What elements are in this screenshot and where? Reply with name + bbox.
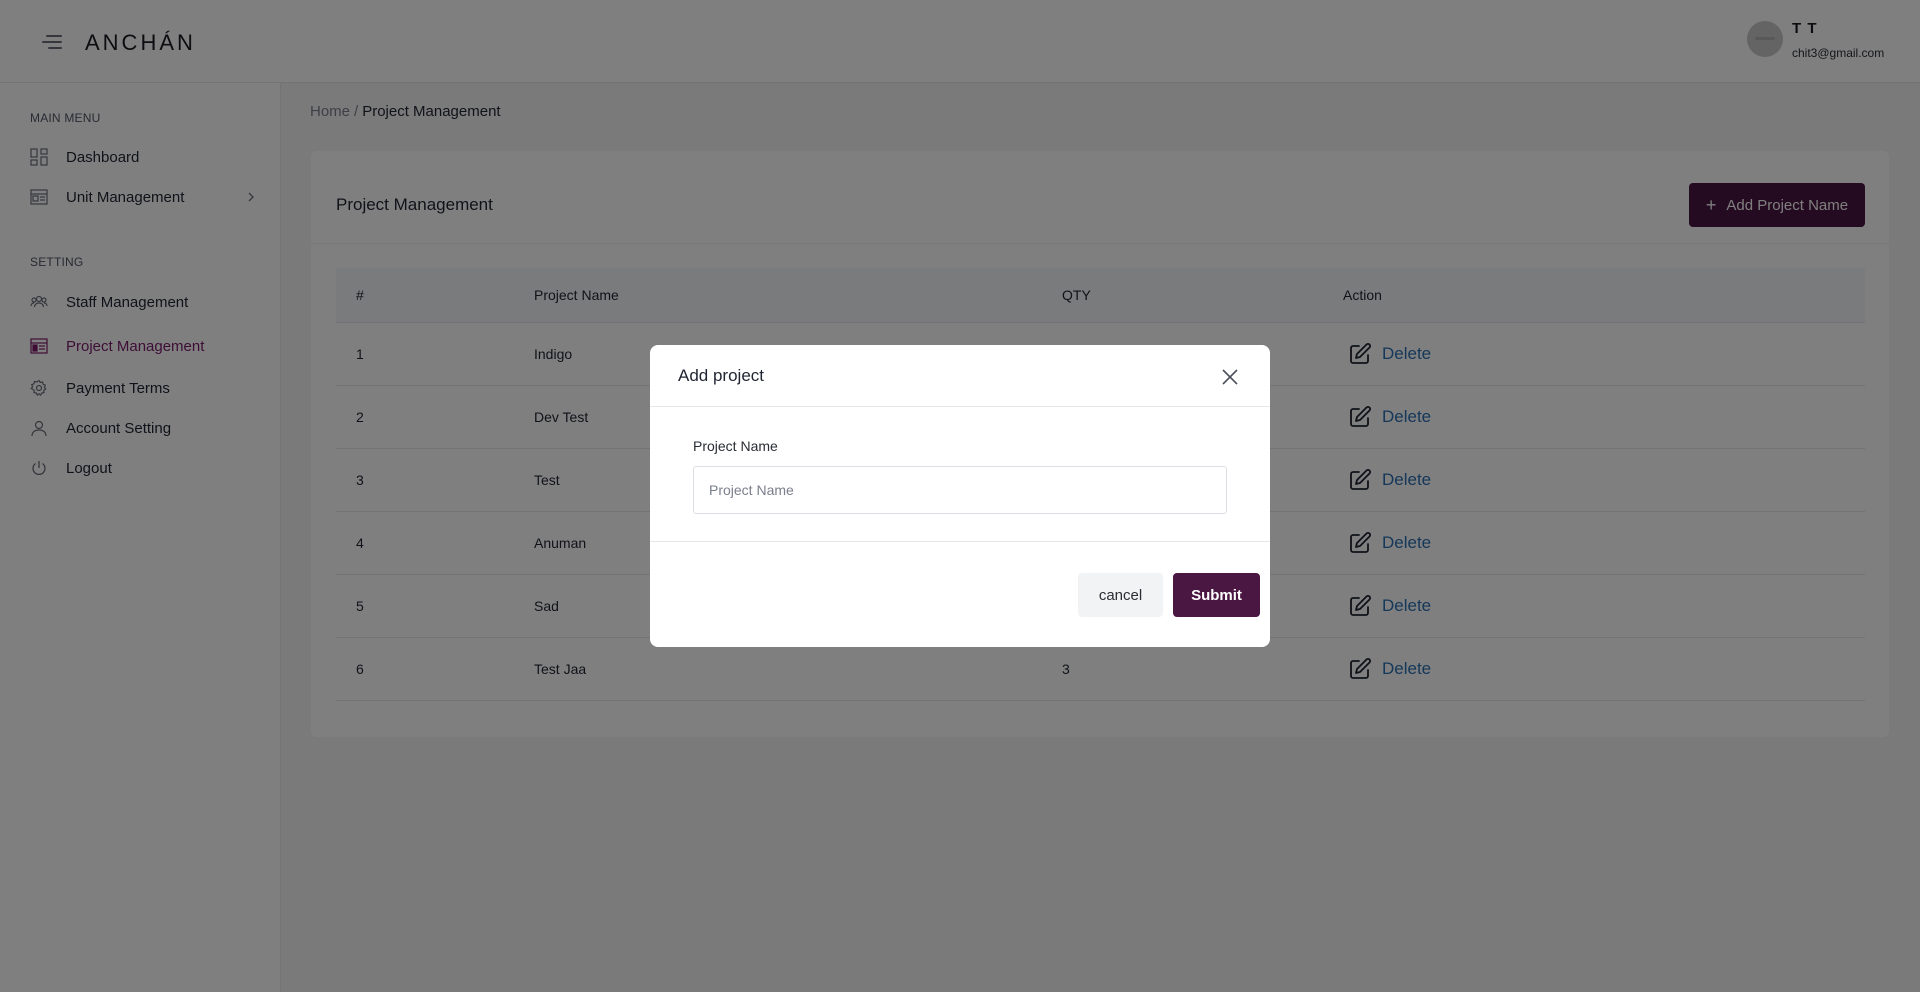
add-project-modal: Add project Project Name cancel Submit [650, 345, 1270, 647]
project-name-input[interactable] [693, 466, 1227, 514]
modal-title: Add project [678, 366, 764, 385]
cancel-button[interactable]: cancel [1078, 573, 1163, 617]
close-icon[interactable] [1220, 367, 1240, 387]
submit-button[interactable]: Submit [1173, 573, 1260, 617]
modal-divider [650, 406, 1270, 407]
modal-divider [650, 541, 1270, 542]
project-name-label: Project Name [693, 438, 778, 454]
